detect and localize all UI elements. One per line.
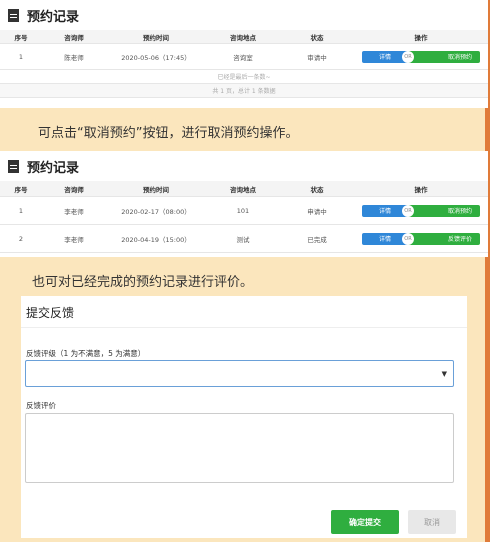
cell-place: 101 <box>236 206 250 215</box>
cancel-appointment-button[interactable]: 取消预约 <box>408 204 480 217</box>
cell-status: 申请中 <box>307 207 327 216</box>
table-header: 序号 咨询师 预约时间 咨询地点 状态 操作 <box>0 181 488 197</box>
panel-title-text: 预约记录 <box>27 9 80 25</box>
col-status: 状态 <box>310 185 324 194</box>
comment-textarea[interactable] <box>25 413 454 483</box>
col-place: 咨询地点 <box>230 33 256 42</box>
cell-no: 1 <box>18 206 24 215</box>
list-end-text: 已经是最后一条数~ <box>0 70 488 84</box>
col-no: 序号 <box>14 185 28 194</box>
cell-actions: 详情 取消预约 OR <box>354 204 488 217</box>
cell-actions: 详情 取消预约 OR <box>354 50 488 63</box>
col-counselor: 咨询师 <box>64 185 84 194</box>
cancel-button[interactable]: 取消 <box>408 510 456 534</box>
panel-title: 预约记录 <box>0 0 488 30</box>
form-title: 提交反馈 <box>21 296 467 328</box>
document-icon <box>8 8 19 22</box>
caret-down-icon: ▼ <box>441 370 447 378</box>
cancel-appointment-button[interactable]: 取消预约 <box>408 50 480 63</box>
cell-status: 审请中 <box>307 53 327 62</box>
or-separator: OR <box>402 232 414 245</box>
cell-place: 咨询室 <box>233 53 253 62</box>
appointment-records-panel-2: 预约记录 序号 咨询师 预约时间 咨询地点 状态 操作 1 李老师 2020-0… <box>0 151 488 257</box>
cell-no: 2 <box>18 234 24 243</box>
appointment-records-panel-1: 预约记录 序号 咨询师 预约时间 咨询地点 状态 操作 1 陈老师 2020-0… <box>0 0 488 108</box>
rating-label: 反馈评级（1 为不满意，5 为满意） <box>26 349 146 358</box>
action-group: 详情 反馈评价 OR <box>362 232 480 245</box>
panel-title: 预约记录 <box>0 151 488 181</box>
cell-status: 已完成 <box>307 235 327 244</box>
caption-cancel-hint: 可点击“取消预约”按钮，进行取消预约操作。 <box>38 126 299 141</box>
col-place: 咨询地点 <box>230 185 256 194</box>
table-row: 1 陈老师 2020-05-06（17:45） 咨询室 审请中 详情 取消预约 … <box>0 44 488 70</box>
panel-title-text: 预约记录 <box>27 160 80 176</box>
table-row: 1 李老师 2020-02-17（08:00） 101 申请中 详情 取消预约 … <box>0 197 488 225</box>
cell-time: 2020-05-06（17:45） <box>121 53 191 62</box>
action-group: 详情 取消预约 OR <box>362 204 480 217</box>
col-time: 预约时间 <box>143 33 169 42</box>
cell-time: 2020-04-19（15:00） <box>121 235 191 244</box>
or-separator: OR <box>402 50 414 63</box>
cell-time: 2020-02-17（08:00） <box>121 207 191 216</box>
col-no: 序号 <box>14 33 28 42</box>
cell-counselor: 陈老师 <box>64 53 84 62</box>
col-status: 状态 <box>310 33 324 42</box>
table-row: 2 李老师 2020-04-19（15:00） 测试 已完成 详情 反馈评价 O… <box>0 225 488 253</box>
table-header: 序号 咨询师 预约时间 咨询地点 状态 操作 <box>0 30 488 44</box>
submit-button[interactable]: 确定提交 <box>331 510 399 534</box>
cell-counselor: 李老师 <box>64 207 84 216</box>
pagination-summary: 共 1 页，总计 1 条数据 <box>0 84 488 98</box>
cell-counselor: 李老师 <box>64 235 84 244</box>
or-separator: OR <box>402 204 414 217</box>
col-counselor: 咨询师 <box>64 33 84 42</box>
col-actions: 操作 <box>414 185 428 194</box>
cell-no: 1 <box>18 52 24 61</box>
feedback-form-panel: 提交反馈 反馈评级（1 为不满意，5 为满意） ▼ 反馈评价 确定提交 取消 <box>21 296 467 538</box>
col-actions: 操作 <box>414 33 428 42</box>
action-group: 详情 取消预约 OR <box>362 50 480 63</box>
cell-actions: 详情 反馈评价 OR <box>354 232 488 245</box>
document-icon <box>8 159 19 173</box>
rating-select[interactable]: ▼ <box>25 360 454 387</box>
comment-label: 反馈评价 <box>26 401 56 410</box>
caption-feedback-hint: 也可对已经完成的预约记录进行评价。 <box>32 275 254 290</box>
cell-place: 测试 <box>236 235 250 244</box>
feedback-rating-button[interactable]: 反馈评价 <box>408 232 480 245</box>
col-time: 预约时间 <box>143 185 169 194</box>
